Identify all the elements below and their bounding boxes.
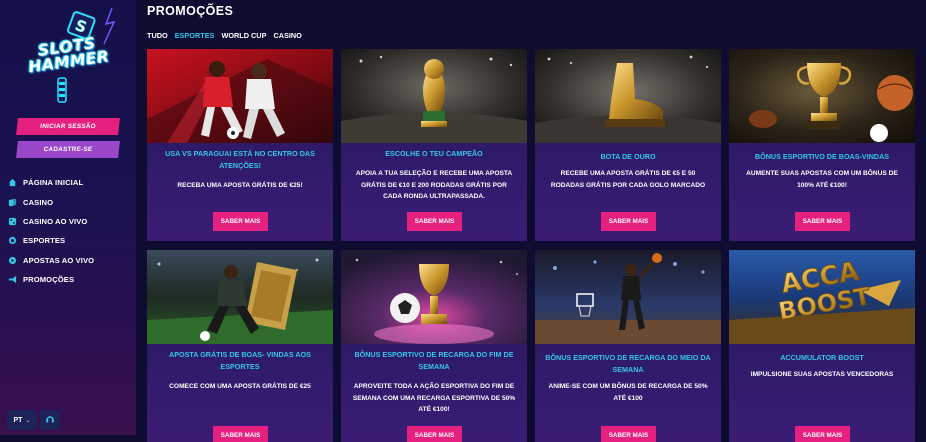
promo-card[interactable]: BÔNUS ESPORTIVO DE RECARGA DO FIM DE SEM…	[341, 250, 527, 442]
home-icon	[8, 178, 17, 187]
promo-card[interactable]: ESCOLHE O TEU CAMPEÃO APOIA A TUA SELEÇÃ…	[341, 49, 527, 241]
sidebar-item-label: CASINO AO VIVO	[23, 216, 88, 226]
sidebar-item-label: PÁGINA INICIAL	[23, 178, 84, 188]
promo-title: ACCUMULATOR BOOST	[780, 353, 864, 362]
sidebar-item-live-casino[interactable]: CASINO AO VIVO	[8, 212, 132, 231]
promo-image-soccer-players	[147, 49, 333, 143]
promo-card[interactable]: ACCA BOOST ACCUMULATOR BOOST IMPULSIONE …	[729, 250, 915, 442]
promo-tabs: TUDO ESPORTES WORLD CUP CASINO	[147, 31, 302, 40]
promo-description: RECEBA UMA APOSTA GRÁTIS DE €25!	[177, 182, 303, 189]
promo-description: AUMENTE SUAS APOSTAS COM UM BÔNUS DE 100…	[746, 170, 898, 189]
promo-description: IMPULSIONE SUAS APOSTAS VENCEDORAS	[750, 371, 894, 378]
promo-title: BÔNUS ESPORTIVO DE RECARGA DO MEIO DA SE…	[545, 353, 711, 374]
promo-title: BÔNUS ESPORTIVO DE BOAS-VINDAS	[754, 152, 890, 161]
megaphone-icon	[8, 275, 17, 284]
promo-card[interactable]: BOTA DE OURO RECEBE UMA APOSTA GRÁTIS DE…	[535, 49, 721, 241]
tab-all[interactable]: TUDO	[147, 31, 168, 40]
sidebar-item-live-bets[interactable]: APOSTAS AO VIVO	[8, 251, 132, 270]
login-button[interactable]: INICIAR SESSÃO	[16, 118, 120, 135]
promo-title: ESCOLHE O TEU CAMPEÃO	[385, 149, 483, 158]
promo-description: COMECE COM UMA APOSTA GRÁTIS DE €25	[169, 383, 311, 390]
learn-more-button[interactable]: SABER MAIS	[601, 426, 656, 442]
promo-title: APOSTA GRÁTIS DE BOAS- VINDAS AOS ESPORT…	[169, 350, 311, 371]
sidebar-item-promotions[interactable]: PROMOÇÕES	[8, 270, 132, 289]
promo-image-trophy-ball-neon	[341, 250, 527, 344]
learn-more-button[interactable]: SABER MAIS	[407, 426, 462, 442]
sidebar-nav: PÁGINA INICIAL CASINO CASINO AO VIVO ESP…	[8, 173, 132, 289]
promo-title: BÔNUS ESPORTIVO DE RECARGA DO FIM DE SEM…	[354, 350, 514, 371]
main-content: PROMOÇÕES TUDO ESPORTES WORLD CUP CASINO	[136, 0, 926, 442]
learn-more-button[interactable]: SABER MAIS	[213, 426, 268, 442]
sidebar-item-sports[interactable]: ESPORTES	[8, 231, 132, 250]
language-code: PT	[13, 416, 23, 424]
tab-sports[interactable]: ESPORTES	[175, 31, 215, 40]
promo-image-acca-boost: ACCA BOOST	[729, 250, 915, 344]
sidebar-item-home[interactable]: PÁGINA INICIAL	[8, 173, 132, 192]
slots-hammer-logo[interactable]: S SLOTS HAMMER	[14, 8, 122, 104]
live-bet-icon	[8, 256, 17, 265]
promo-card[interactable]: USA VS PARAGUAI ESTÁ NO CENTRO DAS ATENÇ…	[147, 49, 333, 241]
learn-more-button[interactable]: SABER MAIS	[601, 212, 656, 231]
promo-description: APOIA A TUA SELEÇÃO E RECEBE UMA APOSTA …	[355, 170, 513, 200]
learn-more-button[interactable]: SABER MAIS	[213, 212, 268, 231]
headset-icon	[45, 414, 55, 427]
language-selector[interactable]: PT ⌄	[7, 410, 37, 430]
learn-more-button[interactable]: SABER MAIS	[795, 426, 850, 442]
register-button-label: CADASTRE-SE	[43, 146, 93, 153]
promo-card[interactable]: APOSTA GRÁTIS DE BOAS- VINDAS AOS ESPORT…	[147, 250, 333, 442]
promo-title: BOTA DE OURO	[600, 152, 656, 161]
sidebar: S SLOTS HAMMER INICIAR SESSÃO CADASTRE-S…	[0, 0, 136, 435]
promo-image-golden-boot	[535, 49, 721, 143]
live-casino-icon	[8, 217, 17, 226]
sidebar-item-label: APOSTAS AO VIVO	[23, 255, 95, 265]
sidebar-item-casino[interactable]: CASINO	[8, 192, 132, 211]
promo-card[interactable]: BÔNUS ESPORTIVO DE RECARGA DO MEIO DA SE…	[535, 250, 721, 442]
promo-image-trophy-balls	[729, 49, 915, 143]
ball-icon	[8, 236, 17, 245]
promo-title: USA VS PARAGUAI ESTÁ NO CENTRO DAS ATENÇ…	[165, 149, 315, 170]
cards-icon	[8, 198, 17, 207]
promo-image-basketball-player	[535, 250, 721, 344]
promo-image-soccer-ticket	[147, 250, 333, 344]
promo-image-world-cup-trophy	[341, 49, 527, 143]
sidebar-item-label: ESPORTES	[23, 236, 66, 246]
register-button[interactable]: CADASTRE-SE	[16, 141, 120, 158]
chevron-down-icon: ⌄	[25, 417, 31, 424]
sidebar-item-label: PROMOÇÕES	[23, 275, 75, 285]
promo-description: ANIME-SE COM UM BÔNUS DE RECARGA DE 50% …	[548, 383, 708, 402]
support-button[interactable]	[40, 410, 60, 430]
tab-casino[interactable]: CASINO	[273, 31, 301, 40]
sidebar-item-label: CASINO	[23, 197, 54, 207]
learn-more-button[interactable]: SABER MAIS	[407, 212, 462, 231]
promo-description: RECEBE UMA APOSTA GRÁTIS DE €5 E 50 RODA…	[550, 170, 706, 189]
promo-card[interactable]: BÔNUS ESPORTIVO DE BOAS-VINDAS AUMENTE S…	[729, 49, 915, 241]
learn-more-button[interactable]: SABER MAIS	[795, 212, 850, 231]
login-button-label: INICIAR SESSÃO	[39, 123, 97, 130]
promotions-grid: USA VS PARAGUAI ESTÁ NO CENTRO DAS ATENÇ…	[147, 49, 915, 442]
promo-description: APROVEITE TODA A AÇÃO ESPORTIVA DO FIM D…	[352, 383, 516, 413]
tab-world-cup[interactable]: WORLD CUP	[221, 31, 266, 40]
page-title: PROMOÇÕES	[147, 4, 234, 18]
